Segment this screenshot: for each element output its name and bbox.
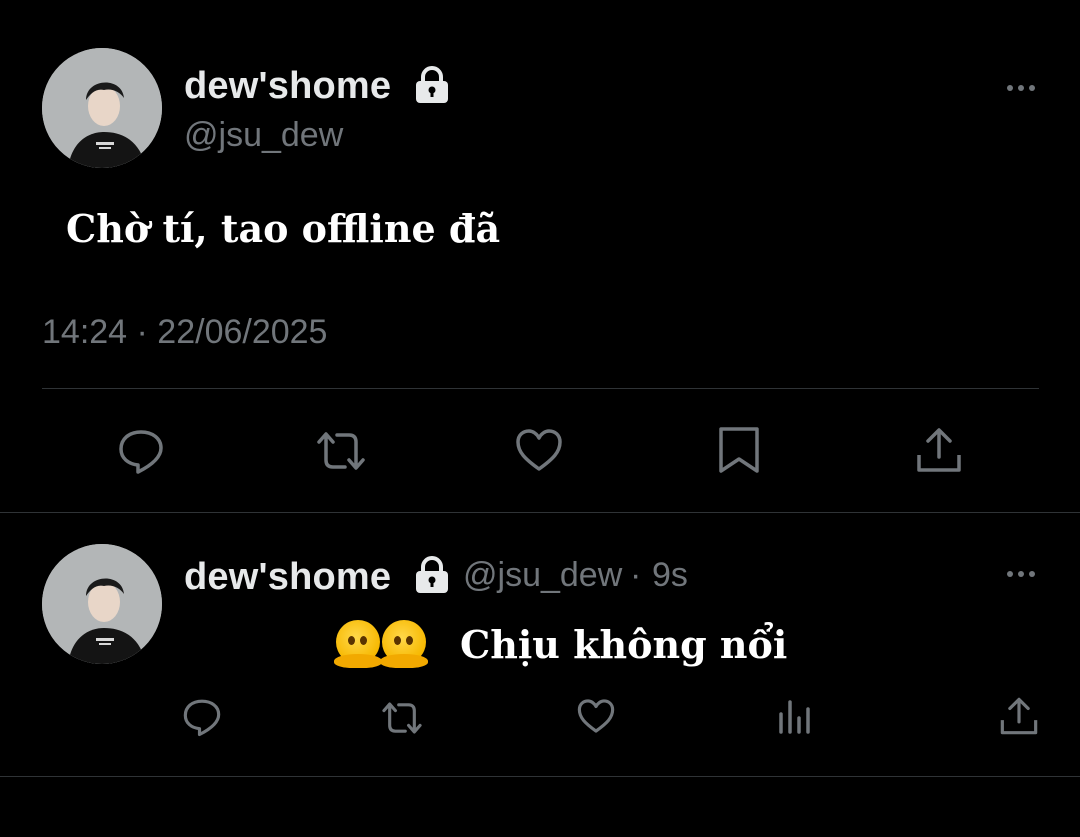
reply-avatar[interactable]: [42, 544, 162, 664]
reply-text: Chịu không nổi: [460, 622, 788, 667]
more-options-icon[interactable]: [1007, 571, 1035, 577]
reply-display-name[interactable]: dew'shome: [184, 556, 391, 599]
like-icon[interactable]: [577, 698, 615, 734]
like-icon[interactable]: [515, 428, 563, 472]
share-icon[interactable]: [915, 426, 963, 474]
share-icon[interactable]: [999, 696, 1039, 736]
avatar[interactable]: [42, 48, 162, 168]
views-icon[interactable]: [778, 698, 812, 734]
reply-emojis: [334, 620, 428, 668]
more-options-icon[interactable]: [1007, 85, 1035, 91]
bookmark-icon[interactable]: [717, 426, 761, 474]
divider: [0, 776, 1080, 777]
tweet-text: Chờ tí, tao offline đã: [66, 206, 501, 251]
retweet-icon[interactable]: [313, 428, 369, 474]
reply-icon[interactable]: [117, 427, 165, 475]
user-handle[interactable]: @jsu_dew: [184, 116, 343, 155]
lock-icon: [414, 66, 450, 104]
display-name[interactable]: dew'shome: [184, 65, 391, 108]
retweet-icon[interactable]: [379, 699, 425, 737]
melting-face-emoji: [334, 620, 382, 668]
lock-icon: [414, 556, 450, 594]
reply-time[interactable]: 9s: [652, 556, 688, 595]
avatar-image: [42, 544, 162, 664]
reply-separator: ·: [630, 556, 642, 594]
avatar-image: [42, 48, 162, 168]
reply-handle[interactable]: @jsu_dew: [463, 556, 622, 595]
divider: [42, 388, 1039, 389]
divider: [0, 512, 1080, 513]
reply-icon[interactable]: [182, 697, 222, 737]
tweet-timestamp[interactable]: 14:24 · 22/06/2025: [42, 313, 327, 352]
melting-face-emoji: [380, 620, 428, 668]
